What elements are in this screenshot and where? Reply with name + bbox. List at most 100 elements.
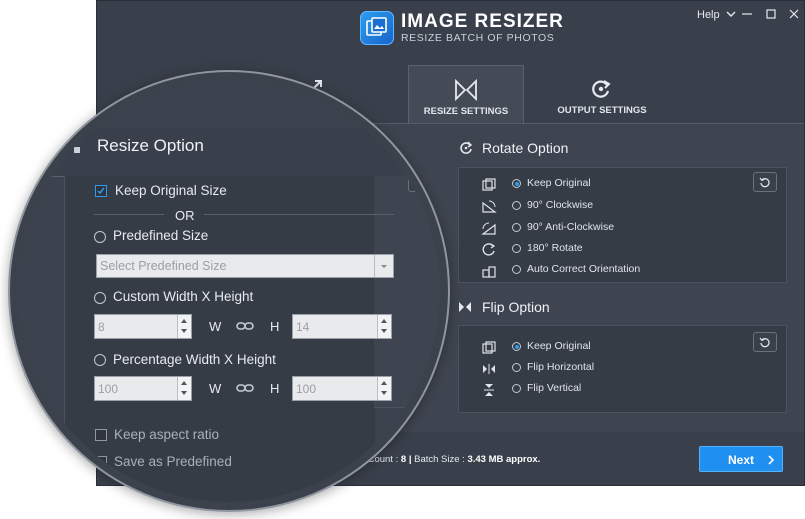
flip-option-title: Flip Option	[482, 299, 550, 315]
or-label: OR	[175, 208, 195, 223]
percentage-width-input[interactable]: 100	[94, 376, 192, 401]
next-label: Next	[728, 453, 755, 467]
percentage-height-stepper[interactable]	[377, 377, 391, 400]
height-label: H	[270, 319, 280, 334]
keep-aspect-ratio-checkbox[interactable]	[95, 429, 107, 441]
flip-reset-button[interactable]	[753, 332, 777, 352]
radio-button[interactable]	[512, 244, 521, 253]
resize-option-header	[18, 128, 440, 177]
rotate-clockwise-icon	[482, 200, 497, 213]
tab-output-settings[interactable]: OUTPUT SETTINGS	[544, 65, 660, 123]
chevron-right-icon	[768, 455, 775, 465]
custom-width-value: 8	[98, 320, 105, 334]
chevron-down-icon	[726, 11, 736, 17]
percentage-width-height-radio[interactable]	[94, 354, 106, 366]
maximize-icon	[766, 9, 776, 19]
width-stepper[interactable]	[177, 315, 191, 338]
resize-reset-button[interactable]	[408, 172, 432, 192]
percentage-width-value: 100	[98, 382, 119, 396]
reset-icon	[759, 337, 770, 348]
resize-settings-icon	[455, 78, 477, 102]
link-icon[interactable]	[236, 383, 254, 393]
checkmark-icon	[97, 187, 105, 195]
next-button[interactable]: Next	[699, 446, 783, 472]
height-stepper[interactable]	[377, 315, 391, 338]
predefined-size-radio[interactable]	[94, 231, 106, 243]
radio-button[interactable]	[512, 342, 521, 351]
option-label: 90° Clockwise	[527, 199, 594, 211]
help-menu[interactable]: Help	[697, 9, 736, 21]
radio-button[interactable]	[512, 363, 521, 372]
save-as-predefined-checkbox[interactable]	[95, 456, 107, 468]
option-label: 90° Anti-Clockwise	[527, 221, 615, 233]
rotate-180-icon	[482, 243, 496, 256]
rotate-reset-button[interactable]	[753, 172, 777, 192]
percentage-height-input[interactable]: 100	[292, 376, 392, 401]
batch-size-value: 3.43 MB approx.	[467, 454, 541, 465]
option-label: Flip Vertical	[527, 382, 582, 394]
radio-button[interactable]	[512, 179, 521, 188]
width-label: W	[209, 319, 222, 334]
flip-option-panel: Keep Original Flip Horizontal Flip Verti…	[458, 325, 787, 413]
percentage-width-stepper[interactable]	[177, 377, 191, 400]
option-label: Flip Horizontal	[527, 361, 595, 373]
percentage-height-value: 100	[296, 382, 317, 396]
magnifier-lens: Resize Option Keep Original Size OR Pred…	[18, 80, 440, 502]
option-label: Auto Correct Orientation	[527, 263, 641, 275]
rotate-option-title: Rotate Option	[482, 140, 569, 156]
predefined-placeholder: Select Predefined Size	[100, 259, 227, 273]
app-title: IMAGE RESIZER	[401, 11, 564, 32]
option-label: 180° Rotate	[527, 242, 583, 254]
chevron-down-icon	[381, 265, 387, 268]
app-logo-icon	[360, 11, 394, 45]
title-bar: IMAGE RESIZER RESIZE BATCH OF PHOTOS Hel…	[97, 1, 804, 59]
resize-option-zoomed: Resize Option Keep Original Size OR Pred…	[18, 80, 440, 502]
custom-width-input[interactable]: 8	[94, 314, 192, 339]
close-icon	[789, 9, 799, 19]
app-subtitle: RESIZE BATCH OF PHOTOS	[401, 32, 555, 44]
refresh-gear-icon	[592, 80, 611, 98]
rotate-option-panel: Keep Original 90° Clockwise 90° Anti-Clo…	[458, 167, 787, 283]
close-button[interactable]	[787, 7, 801, 21]
custom-height-input[interactable]: 14	[292, 314, 392, 339]
keep-original-icon	[482, 341, 496, 354]
keep-original-size-label: Keep Original Size	[115, 183, 227, 198]
flip-vertical-icon	[484, 384, 494, 396]
or-divider-left	[94, 214, 164, 215]
custom-width-height-radio[interactable]	[94, 292, 106, 304]
or-divider-right	[204, 214, 394, 215]
custom-height-value: 14	[296, 320, 310, 334]
panel-edge	[374, 407, 440, 408]
reset-icon	[414, 177, 425, 188]
keep-original-icon	[482, 178, 496, 191]
predefined-size-label: Predefined Size	[113, 228, 209, 243]
keep-original-size-checkbox[interactable]	[95, 185, 107, 197]
save-as-predefined-label: Save as Predefined	[114, 454, 232, 469]
rotate-icon	[460, 141, 473, 154]
panel-gap	[374, 176, 440, 408]
radio-button[interactable]	[512, 223, 521, 232]
custom-width-height-label: Custom Width X Height	[113, 289, 254, 304]
section-marker-icon	[74, 147, 80, 153]
help-label: Help	[697, 9, 720, 21]
dropdown-arrow[interactable]	[374, 255, 393, 277]
radio-button[interactable]	[512, 201, 521, 210]
maximize-button[interactable]	[764, 7, 778, 21]
flip-icon	[459, 302, 471, 312]
predefined-size-dropdown[interactable]: Select Predefined Size	[96, 254, 394, 278]
keep-aspect-ratio-label: Keep aspect ratio	[114, 427, 220, 442]
rotate-anticlockwise-icon	[481, 222, 496, 235]
link-icon[interactable]	[236, 321, 254, 331]
option-label: Keep Original	[527, 177, 591, 189]
minimize-button[interactable]	[740, 7, 754, 21]
tab-label: OUTPUT SETTINGS	[557, 105, 647, 116]
option-label: Keep Original	[527, 340, 591, 352]
percentage-height-label: H	[270, 381, 280, 396]
reset-icon	[759, 177, 770, 188]
radio-button[interactable]	[512, 265, 521, 274]
radio-button[interactable]	[512, 384, 521, 393]
percentage-width-label: W	[209, 381, 222, 396]
percentage-width-height-label: Percentage Width X Height	[113, 352, 276, 367]
auto-orientation-icon	[482, 266, 496, 278]
minimize-icon	[742, 13, 752, 15]
